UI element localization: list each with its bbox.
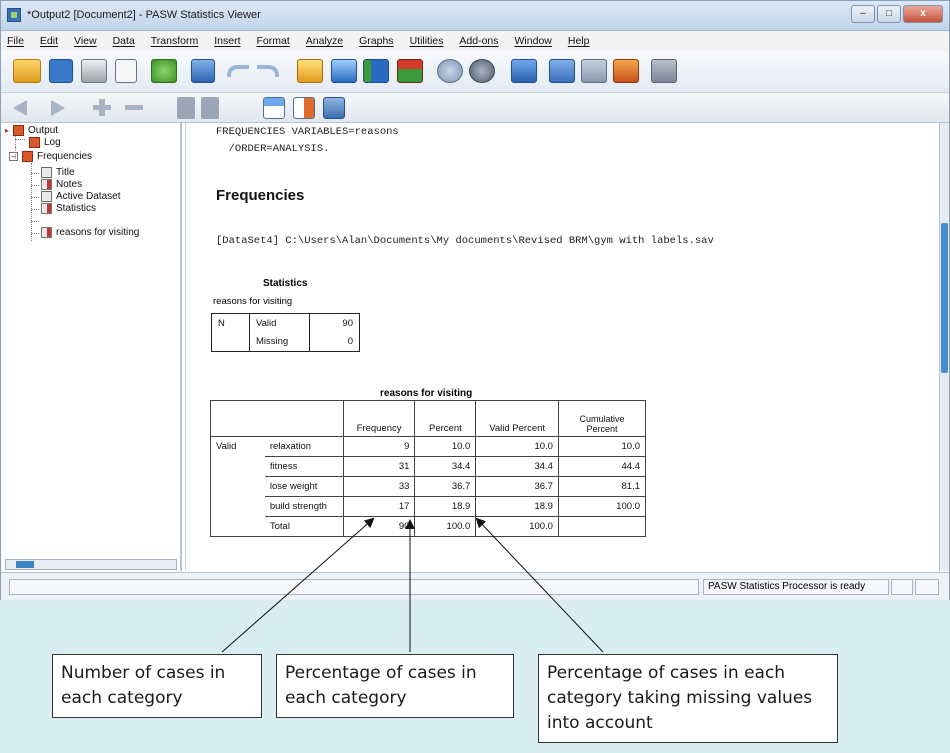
callout-number-of-cases: Number of cases in each category <box>52 654 262 718</box>
annotation-arrows <box>221 517 604 653</box>
arrow-valid-percent <box>475 517 604 653</box>
callout-percentage-of-cases: Percentage of cases in each category <box>276 654 514 718</box>
arrow-frequency <box>221 517 375 653</box>
callout-valid-percentage: Percentage of cases in each category tak… <box>538 654 838 743</box>
